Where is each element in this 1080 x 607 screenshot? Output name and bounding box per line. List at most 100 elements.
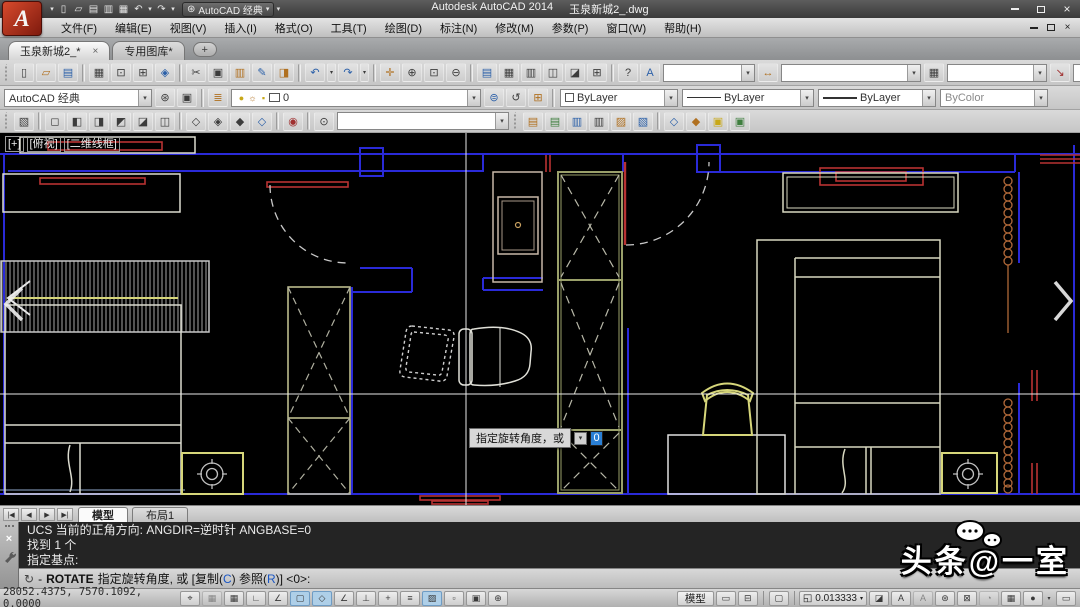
workspace-settings-icon[interactable]: ⊛ bbox=[155, 88, 175, 107]
lineweight-combo[interactable]: ByLayer ▾ bbox=[818, 89, 936, 107]
qat-open-icon[interactable]: ▱ bbox=[71, 2, 86, 16]
combo-caret-icon[interactable]: ▾ bbox=[907, 65, 920, 81]
workspace-combo[interactable]: AutoCAD 经典 ▾ bbox=[4, 89, 152, 107]
app-menu-caret-icon[interactable]: ▾ bbox=[48, 2, 56, 16]
prev-image-chevron[interactable] bbox=[2, 285, 26, 323]
model-tab[interactable]: 模型 bbox=[78, 507, 128, 522]
menu-format[interactable]: 格式(O) bbox=[266, 18, 322, 37]
tool-palettes-icon[interactable]: ▥ bbox=[521, 63, 541, 82]
menu-help[interactable]: 帮助(H) bbox=[655, 18, 710, 37]
performance-tuner-icon[interactable]: ▦ bbox=[1001, 591, 1021, 606]
layer-states-icon[interactable]: ⊞ bbox=[528, 88, 548, 107]
menu-dimension[interactable]: 标注(N) bbox=[431, 18, 486, 37]
app-menu-button[interactable]: A bbox=[2, 1, 42, 36]
linetype-combo[interactable]: ByLayer ▾ bbox=[682, 89, 814, 107]
toolbar-lock-icon[interactable]: ⊠ bbox=[957, 591, 977, 606]
combo-caret-icon[interactable]: ▾ bbox=[922, 90, 935, 106]
qat-saveas-icon[interactable]: ▥ bbox=[101, 2, 116, 16]
zoom-window-icon[interactable]: ⊡ bbox=[424, 63, 444, 82]
layer-isolate-icon[interactable]: ▣ bbox=[730, 112, 750, 131]
copy-to-new-layer-icon[interactable]: ▥ bbox=[589, 112, 609, 131]
workspace-save-icon[interactable]: ▣ bbox=[177, 88, 197, 107]
revolve-icon[interactable]: ◩ bbox=[111, 112, 131, 131]
workspace-switch-icon[interactable]: ⊛ bbox=[935, 591, 955, 606]
menu-modify[interactable]: 修改(M) bbox=[486, 18, 543, 37]
sweep-icon[interactable]: ◨ bbox=[89, 112, 109, 131]
undo-icon[interactable]: ↶ bbox=[305, 63, 325, 82]
text-style-combo[interactable]: ▾ bbox=[663, 64, 755, 82]
polar-tracking-toggle[interactable]: ∠ bbox=[268, 591, 288, 606]
copy-icon[interactable]: ▣ bbox=[208, 63, 228, 82]
quickcalc-icon[interactable]: ⊞ bbox=[587, 63, 607, 82]
paste-icon[interactable]: ▥ bbox=[230, 63, 250, 82]
designcenter-icon[interactable]: ▦ bbox=[499, 63, 519, 82]
realistic-style-icon[interactable]: ◇ bbox=[252, 112, 272, 131]
annotation-monitor-toggle[interactable]: ⊕ bbox=[488, 591, 508, 606]
quick-view-drawings-icon[interactable]: ⊟ bbox=[738, 591, 758, 606]
prev-tab-button[interactable]: ◀ bbox=[21, 508, 37, 521]
plotstyle-combo[interactable]: ByColor ▾ bbox=[940, 89, 1048, 107]
annotation-scale-button[interactable]: ◱ 0.013333 ▾ bbox=[799, 591, 867, 606]
combo-caret-icon[interactable]: ▾ bbox=[664, 90, 677, 106]
search-combo[interactable]: ▾ bbox=[337, 112, 509, 130]
sheet-set-manager-icon[interactable]: ◫ bbox=[543, 63, 563, 82]
extrude-icon[interactable]: ◧ bbox=[67, 112, 87, 131]
doc-restore-button[interactable] bbox=[1042, 21, 1059, 35]
qat-undo-icon[interactable]: ↶ bbox=[131, 2, 146, 16]
open-icon[interactable]: ▱ bbox=[36, 63, 56, 82]
dynamic-ucs-toggle[interactable]: ⊥ bbox=[356, 591, 376, 606]
ortho-mode-toggle[interactable]: ∟ bbox=[246, 591, 266, 606]
help-icon[interactable]: ? bbox=[618, 63, 638, 82]
menu-file[interactable]: 文件(F) bbox=[52, 18, 106, 37]
combo-caret-icon[interactable]: ▾ bbox=[1033, 65, 1046, 81]
qat-undo-caret-icon[interactable]: ▾ bbox=[146, 2, 154, 16]
recent-commands-icon[interactable]: ↻ bbox=[24, 572, 34, 586]
object-snap-tracking-toggle[interactable]: ∠ bbox=[334, 591, 354, 606]
viewport-style-control[interactable]: [二维线框] bbox=[64, 136, 120, 152]
snap-mode-toggle[interactable]: ▦ bbox=[202, 591, 222, 606]
box-primitive-icon[interactable]: ◻ bbox=[45, 112, 65, 131]
menu-edit[interactable]: 编辑(E) bbox=[106, 18, 161, 37]
object-snap-toggle[interactable]: ▢ bbox=[290, 591, 310, 606]
next-image-chevron[interactable] bbox=[1050, 279, 1076, 323]
hardware-accel-icon[interactable]: ● bbox=[1023, 591, 1043, 606]
lineweight-toggle[interactable]: ≡ bbox=[400, 591, 420, 606]
publish-icon[interactable]: ⊞ bbox=[133, 63, 153, 82]
dim-style-icon[interactable]: ↔ bbox=[758, 63, 778, 82]
combo-caret-icon[interactable]: ▾ bbox=[800, 90, 813, 106]
coordinates-readout[interactable]: 28052.4375, 7570.1092, 0.0000 bbox=[3, 586, 179, 607]
redo-caret-icon[interactable]: ▾ bbox=[360, 63, 369, 82]
qat-overflow-caret-icon[interactable]: ▾ bbox=[274, 2, 282, 16]
dynamic-input-cycle-icon[interactable]: ▾ bbox=[574, 432, 587, 445]
render-icon[interactable]: ◉ bbox=[283, 112, 303, 131]
qat-save-icon[interactable]: ▤ bbox=[86, 2, 101, 16]
viewport-preview-icon[interactable]: ▢ bbox=[769, 591, 789, 606]
tab-close-icon[interactable]: × bbox=[93, 46, 99, 57]
shaded-style-icon[interactable]: ◆ bbox=[230, 112, 250, 131]
menu-view[interactable]: 视图(V) bbox=[161, 18, 216, 37]
command-wrench-icon[interactable] bbox=[3, 550, 16, 563]
change-to-current-layer-icon[interactable]: ▥ bbox=[567, 112, 587, 131]
new-tab-button[interactable]: + bbox=[193, 42, 217, 57]
next-tab-button[interactable]: ▶ bbox=[39, 508, 55, 521]
undo-caret-icon[interactable]: ▾ bbox=[327, 63, 336, 82]
table-style-icon[interactable]: ▦ bbox=[924, 63, 944, 82]
named-views-icon[interactable]: ▧ bbox=[14, 112, 34, 131]
export-dwf-icon[interactable]: ◈ bbox=[155, 63, 175, 82]
file-tab-yuquan[interactable]: 玉泉新城2_* × bbox=[8, 41, 110, 60]
mleader-style-combo[interactable]: ▾ bbox=[1073, 64, 1080, 82]
turn-layer-off-icon[interactable]: ◇ bbox=[664, 112, 684, 131]
rotation-angle-input[interactable]: 0 bbox=[590, 431, 603, 446]
plot-icon[interactable]: ▦ bbox=[89, 63, 109, 82]
layer-merge-icon[interactable]: ▨ bbox=[611, 112, 631, 131]
layer-combo[interactable]: ●☼▪ 0 ▾ bbox=[231, 89, 481, 107]
annotation-visibility-icon[interactable]: ◪ bbox=[869, 591, 889, 606]
text-style-icon[interactable]: A bbox=[640, 63, 660, 82]
status-menu-caret-icon[interactable]: ▾ bbox=[1045, 591, 1053, 606]
file-tab-library[interactable]: 专用图库* bbox=[112, 41, 184, 60]
color-combo[interactable]: ByLayer ▾ bbox=[560, 89, 678, 107]
markup-icon[interactable]: ◪ bbox=[565, 63, 585, 82]
lock-layer-icon[interactable]: ◆ bbox=[686, 112, 706, 131]
qat-redo-icon[interactable]: ↷ bbox=[154, 2, 169, 16]
qat-plot-icon[interactable]: ▦ bbox=[116, 2, 131, 16]
